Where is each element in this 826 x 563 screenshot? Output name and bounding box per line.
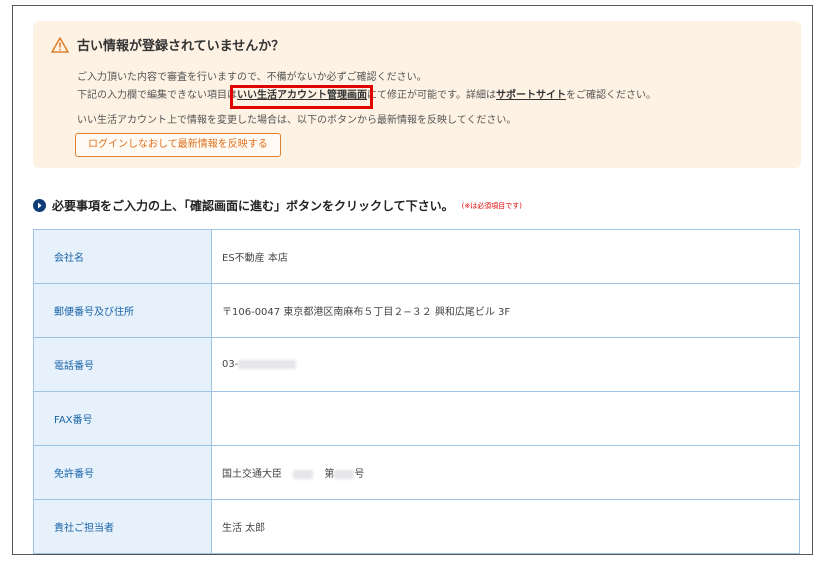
warning-icon bbox=[51, 36, 69, 53]
registration-form-frame: 古い情報が登録されていませんか？ ご入力頂いた内容で審査を行いますので、不備がな… bbox=[12, 5, 813, 555]
notice-title-text: 古い情報が登録されていませんか？ bbox=[77, 39, 285, 54]
redacted-license-term bbox=[293, 469, 314, 479]
notice-title: 古い情報が登録されていませんか？ bbox=[51, 35, 284, 54]
license-value: 国土交通大臣 第 号 bbox=[211, 445, 800, 500]
phone-prefix: 03- bbox=[222, 359, 239, 370]
table-row: FAX番号 bbox=[33, 391, 800, 446]
redacted-phone bbox=[238, 359, 297, 369]
support-site-link[interactable]: サポートサイト bbox=[496, 90, 566, 101]
notice-line-2-pre: 下記の入力欄で編集できない項目は bbox=[77, 90, 237, 101]
table-row: 電話番号 03- bbox=[33, 337, 800, 392]
notice-line-3: いい生活アカウント上で情報を変更した場合は、以下のボタンから最新情報を反映してく… bbox=[77, 115, 517, 126]
license-label: 免許番号 bbox=[33, 445, 212, 500]
table-row: 郵便番号及び住所 〒106-0047 東京都港区南麻布５丁目２−３２ 興和広尾ビ… bbox=[33, 283, 800, 338]
redacted-license-number bbox=[334, 469, 355, 479]
outdated-info-notice: 古い情報が登録されていませんか？ ご入力頂いた内容で審査を行いますので、不備がな… bbox=[33, 21, 801, 168]
section-heading: 必要事項をご入力の上、「確認画面に進む」ボタンをクリックして下さい。 (※は必須… bbox=[33, 197, 522, 214]
required-note: (※は必須項目です) bbox=[461, 201, 522, 210]
fax-label: FAX番号 bbox=[33, 391, 212, 446]
company-name-label: 会社名 bbox=[33, 229, 212, 284]
person-in-charge-value: 生活 太郎 bbox=[211, 499, 800, 554]
phone-value: 03- bbox=[211, 337, 800, 392]
phone-label: 電話番号 bbox=[33, 337, 212, 392]
person-in-charge-label: 貴社ご担当者 bbox=[33, 499, 212, 554]
table-row: 貴社ご担当者 生活 太郎 bbox=[33, 499, 800, 554]
notice-line-1: ご入力頂いた内容で審査を行いますので、不備がないか必ずご確認ください。 bbox=[77, 72, 427, 83]
table-row: 会社名 ES不動産 本店 bbox=[33, 229, 800, 284]
address-value: 〒106-0047 東京都港区南麻布５丁目２−３２ 興和広尾ビル 3F bbox=[211, 283, 800, 338]
circle-arrow-icon bbox=[33, 199, 46, 212]
license-mid: 第 bbox=[324, 469, 335, 480]
license-suffix: 号 bbox=[354, 469, 365, 480]
company-info-table: 会社名 ES不動産 本店 郵便番号及び住所 〒106-0047 東京都港区南麻布… bbox=[33, 229, 800, 554]
company-name-value: ES不動産 本店 bbox=[211, 229, 800, 284]
license-prefix: 国土交通大臣 bbox=[222, 469, 282, 480]
fax-value bbox=[211, 391, 800, 446]
address-label: 郵便番号及び住所 bbox=[33, 283, 212, 338]
highlight-box bbox=[230, 85, 373, 109]
table-row: 免許番号 国土交通大臣 第 号 bbox=[33, 445, 800, 500]
notice-line-2-post: をご確認ください。 bbox=[566, 90, 656, 101]
notice-line-2-mid: にて修正が可能です。詳細は bbox=[367, 90, 496, 101]
relogin-refresh-button[interactable]: ログインしなおして最新情報を反映する bbox=[75, 133, 281, 157]
section-heading-text: 必要事項をご入力の上、「確認画面に進む」ボタンをクリックして下さい。 bbox=[52, 199, 454, 213]
